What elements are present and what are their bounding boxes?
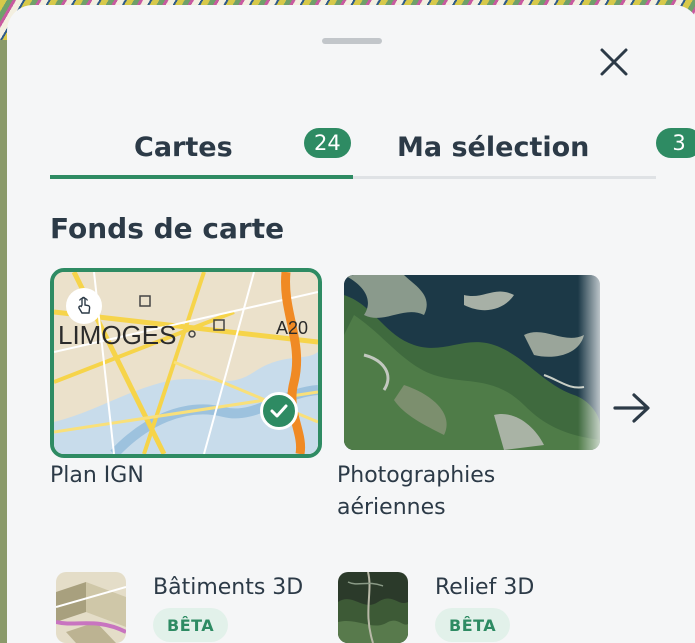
count-badge: 3 [656,128,695,158]
batiments-3d-thumbnail [56,572,126,643]
selected-check-icon [260,392,298,430]
basemap-card-photographies[interactable] [338,275,600,450]
arrow-right-icon [613,393,650,423]
relief-3d-thumbnail [338,572,408,643]
tab-ma-selection[interactable]: Ma sélection 3 [353,118,695,176]
aerial-photo-thumbnail [344,275,600,450]
section-title: Fonds de carte [50,212,285,245]
basemap-label: Photographies aériennes [337,463,496,520]
tab-bar: Cartes 24 Ma sélection 3 [50,118,695,180]
beta-badge: BÊTA [153,608,229,642]
beta-badge: BÊTA [435,608,511,642]
layer-item-relief-3d[interactable]: Relief 3D BÊTA [338,572,608,643]
tab-label: Cartes [134,131,233,163]
layer-item-batiments-3d[interactable]: Bâtiments 3D BÊTA [56,572,326,643]
count-badge: 24 [304,128,351,158]
tab-label: Ma sélection [397,131,590,163]
plan-ign-thumbnail: LIMOGES A20 [50,268,322,458]
basemap-label: Plan IGN [50,463,144,488]
basemap-card-plan-ign[interactable]: LIMOGES A20 [50,268,322,458]
layer-title: Relief 3D [435,575,535,600]
layer-title: Bâtiments 3D [153,575,304,600]
drag-handle[interactable] [322,38,382,44]
close-button[interactable] [596,44,632,80]
tab-cartes[interactable]: Cartes 24 [50,118,353,176]
close-icon [600,48,628,76]
map-city-label: LIMOGES [58,320,176,350]
map-road-label: A20 [276,318,308,338]
touch-hint-icon [66,288,102,324]
scroll-fade [578,270,608,550]
tab-active-indicator [50,175,353,179]
scroll-next-button[interactable] [610,388,654,428]
